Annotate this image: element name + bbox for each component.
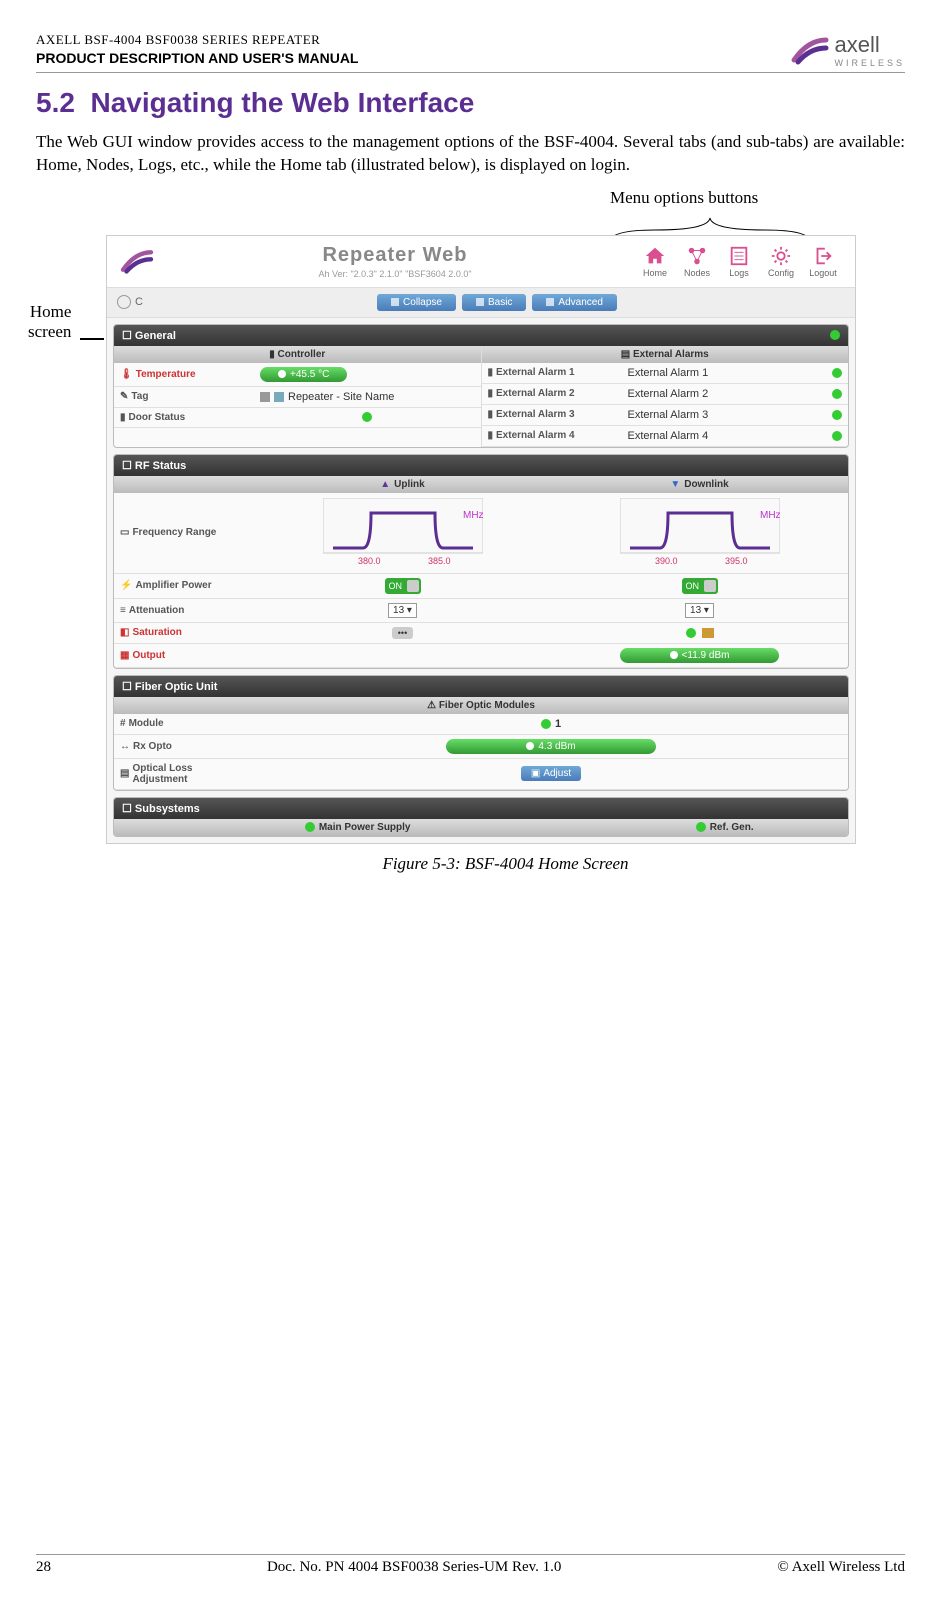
ext-alarm-3-val: External Alarm 3 <box>628 409 709 421</box>
menu-logs[interactable]: Logs <box>719 244 759 278</box>
uplink-header: ▲Uplink <box>254 476 551 493</box>
home-callout: Home screen <box>28 302 71 343</box>
output-icon: ▦ <box>120 650 129 661</box>
manual-title: PRODUCT DESCRIPTION AND USER'S MANUAL <box>36 50 359 66</box>
door-status-indicator <box>362 412 372 422</box>
figure-bsf4004-home: Repeater Web Ah Ver: "2.0.3" 2.1.0" "BSF… <box>106 235 905 874</box>
page-number: 28 <box>36 1559 51 1576</box>
menu-nodes[interactable]: Nodes <box>677 244 717 278</box>
page-header: AXELL BSF-4004 BSF0038 SERIES REPEATER P… <box>36 32 905 73</box>
uplink-amp-toggle[interactable]: ON <box>385 578 421 594</box>
ext-alarm-1-val: External Alarm 1 <box>628 367 709 379</box>
toolbar: C Collapse Basic Advanced <box>107 288 855 318</box>
section-heading: 5.2 Navigating the Web Interface <box>36 87 905 119</box>
edit-icon[interactable] <box>274 392 284 402</box>
axell-swoosh-icon <box>119 247 155 275</box>
logout-icon <box>812 245 834 267</box>
nodes-icon <box>686 245 708 267</box>
refresh-icon[interactable] <box>117 295 131 309</box>
menu-logout[interactable]: Logout <box>803 244 843 278</box>
copyright: © Axell Wireless Ltd <box>777 1559 905 1576</box>
adj-icon: ▤ <box>120 768 129 779</box>
brand-name: axell <box>834 32 905 58</box>
figure-caption: Figure 5-3: BSF-4004 Home Screen <box>106 854 905 874</box>
doc-number: Doc. No. PN 4004 BSF0038 Series-UM Rev. … <box>267 1559 561 1576</box>
home-icon <box>644 245 666 267</box>
product-line: AXELL BSF-4004 BSF0038 SERIES REPEATER <box>36 32 359 48</box>
uplink-chart: MHz 380.0 385.0 <box>254 493 551 573</box>
door-icon: ▮ <box>120 412 126 423</box>
sat-icon: ◧ <box>120 627 129 638</box>
thermometer-icon: 🌡 <box>120 369 133 380</box>
adjust-button[interactable]: ▣ Adjust <box>521 766 581 781</box>
panel-subsystems: ☐ Subsystems Main Power Supply Ref. Gen. <box>113 797 849 837</box>
temperature-value: +45.5 °C <box>260 367 347 382</box>
freq-icon: ▭ <box>120 527 129 538</box>
webui-logo <box>119 247 155 275</box>
output-value: <11.9 dBm <box>620 648 780 663</box>
svg-text:380.0: 380.0 <box>358 556 381 566</box>
alarm-icon: ▮ <box>488 409 494 420</box>
tag-value: Repeater - Site Name <box>288 391 394 403</box>
main-power-cell: Main Power Supply <box>114 819 601 836</box>
menu-callout: Menu options buttons <box>610 188 758 208</box>
svg-text:395.0: 395.0 <box>725 556 748 566</box>
page-footer: 28 Doc. No. PN 4004 BSF0038 Series-UM Re… <box>36 1554 905 1576</box>
down-arrow-icon: ▼ <box>670 479 680 490</box>
logs-icon <box>728 245 750 267</box>
lock-icon[interactable] <box>260 392 270 402</box>
ext-alarm-2-val: External Alarm 2 <box>628 388 709 400</box>
gear-icon <box>770 245 792 267</box>
downlink-amp-toggle[interactable]: ON <box>682 578 718 594</box>
menu-config[interactable]: Config <box>761 244 801 278</box>
panel-fiber-optic: ☐ Fiber Optic Unit ⚠ Fiber Optic Modules… <box>113 675 849 791</box>
alarm-icon: ▮ <box>488 388 494 399</box>
brand-sub: WIRELESS <box>834 58 905 68</box>
saturation-indicator: ••• <box>392 627 413 639</box>
ext-alarms-header: ▤ External Alarms <box>482 346 849 363</box>
downlink-att-select[interactable]: 13 ▾ <box>685 603 714 618</box>
controller-header: ▮ Controller <box>114 346 481 363</box>
panel-general: ☐ General ▮ Controller 🌡Temperature +45.… <box>113 324 849 448</box>
repeater-web-ui: Repeater Web Ah Ver: "2.0.3" 2.1.0" "BSF… <box>106 235 856 844</box>
up-arrow-icon: ▲ <box>380 479 390 490</box>
menu-bar: Home Nodes Logs Config <box>635 244 843 278</box>
ref-gen-cell: Ref. Gen. <box>601 819 848 836</box>
webui-title: Repeater Web <box>322 244 467 266</box>
amp-icon: ⚡ <box>120 580 132 591</box>
collapse-button[interactable]: Collapse <box>377 294 456 311</box>
brand-logo: axell WIRELESS <box>790 32 905 68</box>
axell-swoosh-icon <box>790 34 830 66</box>
rx-icon: ↔ <box>120 741 130 752</box>
svg-text:MHz: MHz <box>760 510 780 521</box>
svg-text:385.0: 385.0 <box>428 556 451 566</box>
downlink-chart: MHz 390.0 395.0 <box>551 493 848 573</box>
fiber-modules-header: ⚠ Fiber Optic Modules <box>114 697 848 714</box>
downlink-header: ▼Downlink <box>551 476 848 493</box>
tag-icon: ✎ <box>120 391 128 402</box>
webui-version: Ah Ver: "2.0.3" 2.1.0" "BSF3604 2.0.0" <box>155 269 635 279</box>
basic-button[interactable]: Basic <box>462 294 526 311</box>
intro-paragraph: The Web GUI window provides access to th… <box>36 131 905 177</box>
webui-header: Repeater Web Ah Ver: "2.0.3" 2.1.0" "BSF… <box>107 236 855 288</box>
sat-status-dot <box>686 628 696 638</box>
att-icon: ≡ <box>120 605 126 616</box>
panel-rf-status: ☐ RF Status ▲Uplink ▼Downlink ▭Frequency… <box>113 454 849 669</box>
menu-home[interactable]: Home <box>635 244 675 278</box>
advanced-button[interactable]: Advanced <box>532 294 616 311</box>
svg-text:MHz: MHz <box>463 510 483 521</box>
alarm-icon: ▮ <box>488 430 494 441</box>
ext-alarm-4-val: External Alarm 4 <box>628 430 709 442</box>
uplink-att-select[interactable]: 13 ▾ <box>388 603 417 618</box>
svg-text:390.0: 390.0 <box>655 556 678 566</box>
module-icon: # <box>120 718 126 729</box>
module-value: 1 <box>555 718 561 730</box>
alarm-icon: ▮ <box>488 367 494 378</box>
rx-opto-value: 4.3 dBm <box>446 739 655 754</box>
